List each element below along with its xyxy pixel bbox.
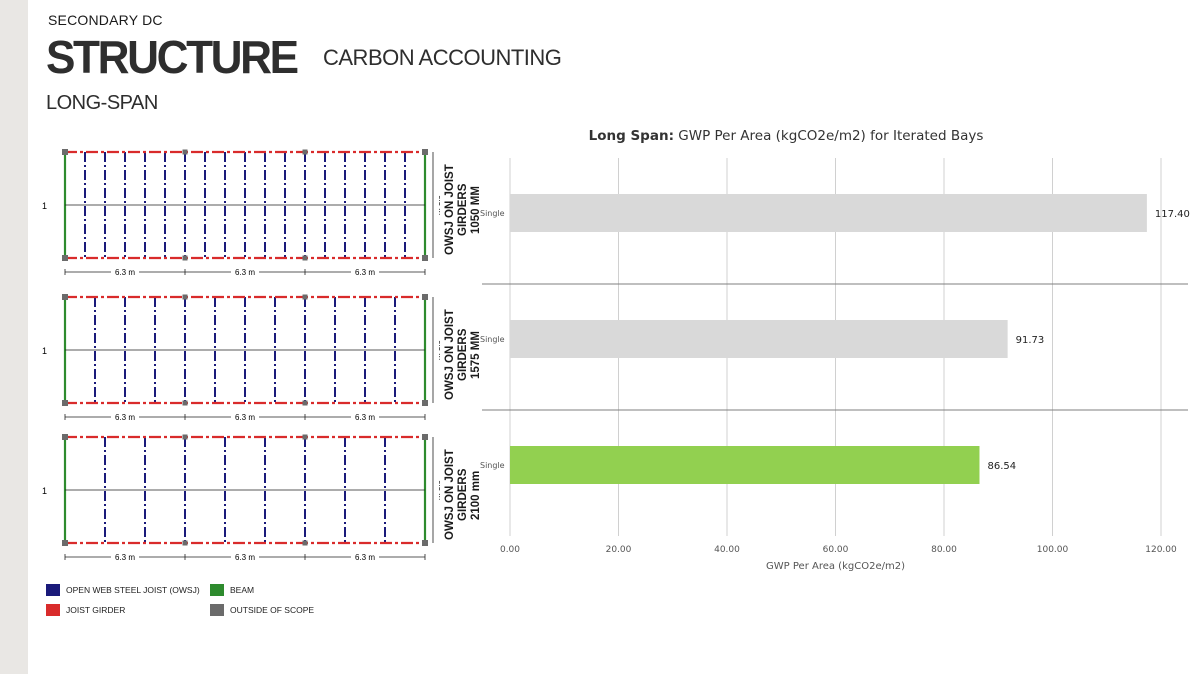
- side-dimension-label: 6.3 m: [437, 340, 440, 360]
- data-label: 117.40: [1155, 209, 1190, 220]
- bay-dimension-label: 6.3 m: [235, 553, 255, 562]
- chart-title-bold: Long Span:: [589, 128, 674, 144]
- column-marker: [422, 255, 428, 261]
- row-label: 1: [42, 486, 47, 496]
- x-tick-label: 40.00: [714, 545, 740, 555]
- plan-label-line1: OWSJ ON JOIST GIRDERS: [444, 309, 469, 401]
- side-dimension-label: 6.3 m: [437, 480, 440, 500]
- legend-label: JOIST GIRDER: [66, 605, 126, 615]
- legend-item-owsj: OPEN WEB STEEL JOIST (OWSJ): [46, 584, 200, 596]
- page-kicker: SECONDARY DC: [48, 12, 163, 28]
- framing-plan-1050: 1 6.3 m 6.3 m 6.3 m 6.3 m OWSJ ON JOIST GIRD…: [30, 140, 482, 280]
- bar: [510, 320, 1008, 358]
- bar: [510, 446, 980, 484]
- column-marker: [422, 294, 428, 300]
- gwp-bar-chart: Long Span: GWP Per Area (kgCO2e/m2) for …: [480, 128, 1190, 572]
- column-marker: [62, 294, 68, 300]
- bay-dimension-label: 6.3 m: [235, 413, 255, 422]
- column-marker: [302, 255, 308, 261]
- page-title: STRUCTURE: [46, 31, 299, 83]
- x-tick-label: 100.00: [1037, 545, 1069, 555]
- row-label: 1: [42, 201, 47, 211]
- plan-label-line1: OWSJ ON JOIST GIRDERS: [444, 164, 469, 256]
- chart-title-rest: GWP Per Area (kgCO2e/m2) for Iterated Ba…: [674, 128, 983, 144]
- bar: [510, 194, 1147, 232]
- x-tick-label: 80.00: [931, 545, 957, 555]
- section-title: LONG-SPAN: [46, 92, 158, 114]
- bay-dimension-label: 6.3 m: [115, 413, 135, 422]
- legend-item-joist-girder: JOIST GIRDER: [46, 604, 125, 616]
- column-marker: [302, 294, 308, 300]
- column-marker: [422, 434, 428, 440]
- bay-dimension-label: 6.3 m: [355, 553, 375, 562]
- category-label: Single: [480, 461, 505, 470]
- column-marker: [62, 434, 68, 440]
- column-marker: [422, 540, 428, 546]
- page-subtitle: CARBON ACCOUNTING: [323, 45, 562, 70]
- column-marker: [182, 255, 188, 261]
- legend-item-outside-scope: OUTSIDE OF SCOPE: [210, 604, 314, 616]
- framing-plan-2100: 1 6.3 m 6.3 m 6.3 m 6.3 m OWSJ ON JOIST GIRD…: [30, 425, 482, 565]
- x-tick-label: 0.00: [500, 545, 520, 555]
- legend-swatch: [210, 604, 224, 616]
- framing-plan-1575: 1 6.3 m 6.3 m 6.3 m 6.3 m OWSJ ON JOIST GIRD…: [30, 285, 482, 425]
- column-marker: [302, 400, 308, 406]
- bay-dimension-label: 6.3 m: [235, 268, 255, 277]
- legend-label: BEAM: [230, 585, 255, 595]
- column-marker: [182, 294, 188, 300]
- column-marker: [182, 149, 188, 155]
- legend-item-beam: BEAM: [210, 584, 254, 596]
- framing-plan-drawing: 1 6.3 m 6.3 m 6.3 m 6.3 m: [42, 149, 440, 277]
- left-margin-strip: [0, 0, 28, 674]
- column-marker: [182, 540, 188, 546]
- category-label: Single: [480, 209, 505, 218]
- x-axis-title: GWP Per Area (kgCO2e/m2): [766, 561, 905, 572]
- column-marker: [62, 400, 68, 406]
- row-label: 1: [42, 346, 47, 356]
- bay-dimension-label: 6.3 m: [355, 268, 375, 277]
- x-tick-label: 20.00: [606, 545, 632, 555]
- column-marker: [302, 540, 308, 546]
- bay-dimension-label: 6.3 m: [115, 268, 135, 277]
- column-marker: [182, 434, 188, 440]
- bay-dimension-label: 6.3 m: [355, 413, 375, 422]
- bay-dimension-label: 6.3 m: [115, 553, 135, 562]
- chart-title: Long Span: GWP Per Area (kgCO2e/m2) for …: [589, 128, 984, 144]
- legend-swatch: [210, 584, 224, 596]
- legend-label: OUTSIDE OF SCOPE: [230, 605, 315, 615]
- column-marker: [62, 149, 68, 155]
- x-tick-label: 60.00: [823, 545, 849, 555]
- legend-swatch: [46, 604, 60, 616]
- column-marker: [422, 400, 428, 406]
- column-marker: [62, 540, 68, 546]
- column-marker: [422, 149, 428, 155]
- legend-label: OPEN WEB STEEL JOIST (OWSJ): [66, 585, 200, 595]
- column-marker: [62, 255, 68, 261]
- category-label: Single: [480, 335, 505, 344]
- data-label: 86.54: [987, 461, 1016, 472]
- framing-plan-drawing: 1 6.3 m 6.3 m 6.3 m 6.3 m: [42, 294, 440, 422]
- column-marker: [302, 434, 308, 440]
- plan-label-line1: OWSJ ON JOIST GIRDERS: [444, 449, 469, 541]
- framing-plan-drawing: 1 6.3 m 6.3 m 6.3 m 6.3 m: [42, 434, 440, 562]
- side-dimension-label: 6.3 m: [437, 195, 440, 215]
- legend-swatch: [46, 584, 60, 596]
- x-tick-label: 120.00: [1145, 545, 1177, 555]
- column-marker: [302, 149, 308, 155]
- column-marker: [182, 400, 188, 406]
- data-label: 91.73: [1016, 335, 1045, 346]
